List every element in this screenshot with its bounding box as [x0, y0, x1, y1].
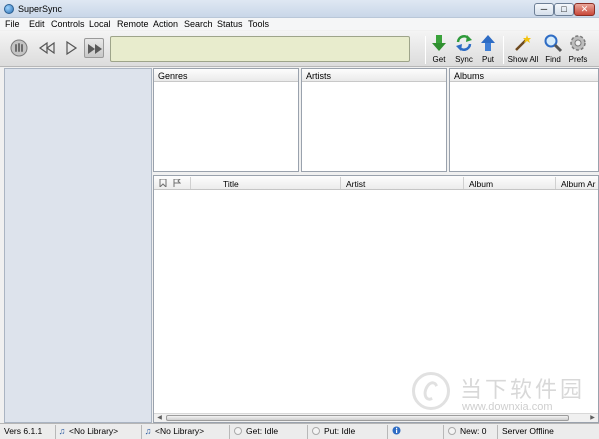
get-status-text: Get: Idle	[246, 426, 279, 436]
albums-header[interactable]: Albums	[450, 69, 598, 82]
albums-pane[interactable]: Albums	[449, 68, 599, 172]
get-arrow-icon[interactable]	[429, 33, 449, 53]
version-cell: Vers 6.1.1	[4, 425, 56, 439]
hand-stop-icon	[10, 39, 28, 57]
scrollbar-thumb[interactable]	[166, 415, 569, 421]
menu-bar: File Edit Controls Local Remote Action S…	[0, 18, 599, 30]
sync-button-label[interactable]: Sync	[451, 55, 477, 64]
put-status-text: Put: Idle	[324, 426, 356, 436]
scroll-right-icon[interactable]: ▶	[588, 414, 597, 422]
watermark-url: www.downxia.com	[462, 401, 553, 413]
put-status-cell: Put: Idle	[310, 425, 388, 439]
menu-action[interactable]: Action	[153, 19, 178, 29]
genres-header-label: Genres	[158, 71, 188, 81]
maximize-button[interactable]: □	[554, 3, 574, 16]
toolbar-separator	[503, 36, 504, 64]
column-album[interactable]: Album	[469, 179, 493, 189]
play-button[interactable]	[61, 38, 81, 58]
column-title[interactable]: Title	[223, 179, 239, 189]
menu-edit[interactable]: Edit	[29, 19, 45, 29]
now-playing-display	[110, 36, 410, 62]
menu-status[interactable]: Status	[217, 19, 243, 29]
menu-local[interactable]: Local	[89, 19, 111, 29]
find-button-label[interactable]: Find	[542, 55, 564, 64]
new-count-cell: New: 0	[446, 425, 498, 439]
get-status-indicator	[234, 427, 242, 435]
bookmark-icon[interactable]	[159, 179, 167, 187]
server-status-text: Server Offline	[502, 426, 554, 436]
minimize-icon: ─	[540, 4, 548, 14]
info-icon	[392, 426, 401, 435]
library-sidebar[interactable]	[4, 68, 152, 423]
toolbar: Get Sync Put Show All Find Prefs	[0, 31, 599, 67]
put-button-label[interactable]: Put	[475, 55, 501, 64]
remote-library-text: <No Library>	[155, 426, 205, 436]
info-cell[interactable]	[390, 425, 444, 439]
column-artist[interactable]: Artist	[346, 179, 365, 189]
close-icon: ✕	[580, 4, 589, 14]
genres-pane[interactable]: Genres	[153, 68, 299, 172]
find-magnifier-icon[interactable]	[543, 33, 563, 53]
server-status-cell: Server Offline	[500, 425, 597, 439]
fast-forward-button[interactable]	[84, 38, 104, 58]
menu-tools[interactable]: Tools	[248, 19, 269, 29]
prefs-gear-icon[interactable]	[568, 33, 588, 53]
window-title: SuperSync	[18, 4, 63, 14]
local-library-cell[interactable]: ♫ <No Library>	[58, 425, 142, 439]
remote-library-cell[interactable]: ♫ <No Library>	[144, 425, 230, 439]
rewind-icon	[38, 41, 55, 55]
track-list-header: Title Artist Album Album Ar	[154, 176, 598, 190]
albums-header-label: Albums	[454, 71, 485, 81]
artists-header-label: Artists	[306, 71, 332, 81]
scroll-left-icon[interactable]: ◀	[155, 414, 164, 422]
version-text: Vers 6.1.1	[4, 426, 43, 436]
column-album-artist[interactable]: Album Ar	[561, 179, 596, 189]
menu-remote[interactable]: Remote	[117, 19, 149, 29]
music-note-icon: ♫	[58, 426, 66, 436]
flag-icon[interactable]	[173, 179, 181, 187]
status-bar: Vers 6.1.1 ♫ <No Library> ♫ <No Library> G…	[0, 423, 599, 439]
rewind-button[interactable]	[37, 38, 57, 58]
menu-controls[interactable]: Controls	[51, 19, 85, 29]
title-bar: SuperSync ─ □ ✕	[0, 0, 599, 18]
new-count-text: New: 0	[460, 426, 487, 436]
artists-header[interactable]: Artists	[302, 69, 446, 82]
put-arrow-icon[interactable]	[478, 33, 498, 53]
app-icon	[4, 4, 14, 14]
put-status-indicator	[312, 427, 320, 435]
close-button[interactable]: ✕	[574, 3, 595, 16]
minimize-button[interactable]: ─	[534, 3, 554, 16]
watermark-logo	[412, 372, 450, 410]
music-note-icon: ♫	[144, 426, 152, 436]
get-button-label[interactable]: Get	[426, 55, 452, 64]
fast-forward-icon	[88, 44, 102, 54]
menu-file[interactable]: File	[5, 19, 20, 29]
maximize-icon: □	[561, 4, 567, 14]
horizontal-scrollbar[interactable]: ◀ ▶	[154, 413, 598, 422]
get-status-cell: Get: Idle	[232, 425, 308, 439]
menu-search[interactable]: Search	[184, 19, 213, 29]
genres-header[interactable]: Genres	[154, 69, 298, 82]
artists-pane[interactable]: Artists	[301, 68, 447, 172]
play-icon	[66, 40, 78, 56]
prefs-button-label[interactable]: Prefs	[566, 55, 590, 64]
sync-icon[interactable]	[454, 33, 474, 53]
magic-wand-icon[interactable]	[512, 33, 532, 53]
local-library-text: <No Library>	[69, 426, 119, 436]
watermark-text: 当下软件园	[460, 378, 586, 403]
show-all-button-label[interactable]: Show All	[505, 55, 541, 64]
stop-button[interactable]	[9, 38, 29, 58]
refresh-icon	[448, 427, 456, 435]
